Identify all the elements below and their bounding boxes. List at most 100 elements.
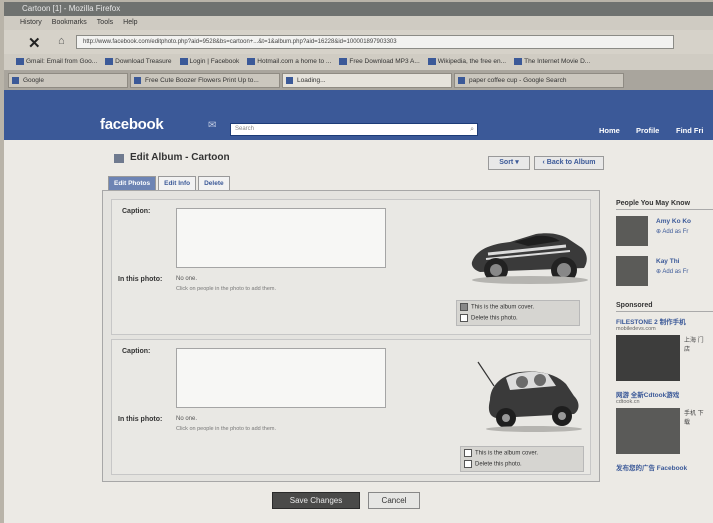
bookmark-label: Login | Facebook: [189, 58, 240, 65]
photo-options: This is the album cover. Delete this pho…: [460, 446, 584, 472]
sponsored-ad[interactable]: FILESTONE 2 制作手机 mobiledevs.com 上海 门店: [616, 316, 713, 383]
album-tabs: Edit Photos Edit Info Delete: [108, 176, 230, 190]
browser-tab[interactable]: paper coffee cup - Google Search: [454, 73, 624, 88]
bookmark-item[interactable]: Gmail: Email from Goo...: [16, 54, 97, 70]
sponsored-ad[interactable]: 网游 全新Cdtook游戏 cdtook.cn 手机 下载: [616, 389, 713, 456]
back-label: Back to Album: [546, 159, 596, 166]
caption-input[interactable]: [176, 348, 386, 408]
checkbox-icon: [460, 314, 468, 322]
cartoon-sports-car-photo[interactable]: [466, 226, 590, 286]
bookmark-label: The Internet Movie D...: [524, 58, 591, 65]
person-name[interactable]: Amy Ko Ko: [656, 218, 691, 225]
browser-tab-active[interactable]: Loading...: [282, 73, 452, 88]
browser-tab[interactable]: Free Cute Boozer Flowers Print Up to...: [130, 73, 280, 88]
bookmark-label: Gmail: Email from Goo...: [26, 58, 98, 65]
in-photo-hint: Click on people in the photo to add them…: [176, 426, 276, 432]
right-sidebar: People You May Know Amy Ko Ko ⊕ Add as F…: [616, 198, 713, 523]
album-cover-option[interactable]: This is the album cover.: [464, 449, 538, 457]
sort-dropdown[interactable]: Sort ▾: [488, 156, 530, 170]
tab-edit-photos[interactable]: Edit Photos: [108, 176, 157, 190]
notifications-icon[interactable]: ✉: [208, 120, 220, 131]
bookmark-item[interactable]: Free Download MP3 A...: [339, 54, 420, 70]
bookmark-item[interactable]: The Internet Movie D...: [514, 54, 590, 70]
ad-title[interactable]: 网游 全新Cdtook游戏: [616, 389, 713, 399]
album-cover-option[interactable]: This is the album cover.: [460, 303, 534, 311]
tab-edit-info[interactable]: Edit Info: [158, 176, 197, 190]
save-changes-button[interactable]: Save Changes: [272, 492, 360, 509]
ad-title[interactable]: 发布您的广告 Facebook: [616, 462, 713, 472]
tab-delete[interactable]: Delete: [198, 176, 230, 190]
avatar[interactable]: [616, 256, 648, 286]
add-friend-link[interactable]: ⊕ Add as Fr: [656, 268, 688, 275]
ad-image[interactable]: [616, 335, 680, 381]
sponsored-ad[interactable]: 发布您的广告 Facebook: [616, 462, 713, 472]
delete-photo-option[interactable]: Delete this photo.: [460, 314, 518, 322]
edit-album-page: Edit Album - Cartoon Sort ▾ ‹ Back to Al…: [4, 140, 713, 523]
browser-window: Cartoon [1] - Mozilla Firefox History Bo…: [4, 2, 713, 523]
suggested-person: Amy Ko Ko ⊕ Add as Fr: [616, 214, 713, 250]
ad-image[interactable]: [616, 408, 680, 454]
caption-input[interactable]: [176, 208, 386, 268]
ad-text: 上海 门店: [684, 338, 704, 353]
album-icon: [114, 154, 124, 163]
bookmarks-toolbar: Gmail: Email from Goo... Download Treasu…: [4, 54, 713, 70]
nav-profile[interactable]: Profile: [636, 126, 659, 135]
bookmark-item[interactable]: Download Treasure: [105, 54, 172, 70]
menu-history[interactable]: History: [20, 16, 42, 30]
bookmark-item[interactable]: Wikipedia, the free en...: [427, 54, 507, 70]
facebook-icon: [134, 77, 141, 84]
bookmark-item[interactable]: Login | Facebook: [179, 54, 240, 70]
nav-find-friends[interactable]: Find Fri: [676, 126, 704, 135]
ad-title[interactable]: FILESTONE 2 制作手机: [616, 316, 713, 326]
menu-help[interactable]: Help: [123, 16, 137, 30]
facebook-logo[interactable]: facebook: [100, 116, 164, 133]
bookmark-item[interactable]: Hotmail.com a home to ...: [247, 54, 331, 70]
avatar[interactable]: [616, 216, 648, 246]
radio-icon: [464, 449, 472, 457]
menu-tools[interactable]: Tools: [97, 16, 113, 30]
tab-label: Free Cute Boozer Flowers Print Up to...: [145, 77, 259, 84]
address-bar[interactable]: http://www.facebook.com/editphoto.php?ai…: [76, 35, 674, 49]
browser-tab[interactable]: Google: [8, 73, 128, 88]
search-icon[interactable]: ⌕: [470, 124, 474, 135]
suggested-person: Kay Thi ⊕ Add as Fr: [616, 254, 713, 290]
album-cover-label: This is the album cover.: [471, 304, 535, 311]
navigation-toolbar: ✕ ⌂ http://www.facebook.com/editphoto.ph…: [4, 30, 713, 54]
chevron-down-icon: ▾: [515, 159, 519, 166]
menu-bar: History Bookmarks Tools Help: [4, 16, 713, 30]
nav-home[interactable]: Home: [599, 126, 620, 135]
add-friend-label: Add as Fr: [662, 269, 689, 275]
loading-icon: [286, 77, 293, 84]
bookmark-label: Wikipedia, the free en...: [437, 58, 507, 65]
add-friend-link[interactable]: ⊕ Add as Fr: [656, 228, 688, 235]
in-photo-value: No one.: [176, 276, 198, 282]
people-you-may-know-heading: People You May Know: [616, 198, 713, 210]
ad-url: mobiledevs.com: [616, 326, 656, 332]
cancel-button[interactable]: Cancel: [368, 492, 420, 509]
photo-options: This is the album cover. Delete this pho…: [456, 300, 580, 326]
bookmark-label: Free Download MP3 A...: [349, 58, 420, 65]
delete-photo-option[interactable]: Delete this photo.: [464, 460, 522, 468]
delete-photo-label: Delete this photo.: [471, 315, 518, 322]
search-input[interactable]: Search ⌕: [230, 123, 478, 136]
sponsored-heading: Sponsored: [616, 300, 713, 312]
menu-bookmarks[interactable]: Bookmarks: [52, 16, 87, 30]
back-arrow-icon: ‹: [542, 159, 545, 166]
back-to-album-button[interactable]: ‹ Back to Album: [534, 156, 604, 170]
stop-icon[interactable]: ✕: [28, 34, 41, 52]
home-icon[interactable]: ⌂: [58, 35, 65, 47]
person-name[interactable]: Kay Thi: [656, 258, 679, 265]
tab-strip: Google Free Cute Boozer Flowers Print Up…: [4, 70, 713, 90]
sort-label: Sort: [499, 159, 514, 166]
delete-photo-label: Delete this photo.: [475, 461, 522, 468]
cartoon-car-photo[interactable]: [476, 356, 586, 432]
page-title: Edit Album - Cartoon: [130, 152, 230, 163]
ad-url: cdtook.cn: [616, 399, 640, 405]
facebook-header: facebook ✉ Search ⌕ Home Profile Find Fr…: [4, 90, 713, 140]
tab-label: Loading...: [297, 77, 326, 84]
add-friend-icon: ⊕: [656, 229, 662, 235]
in-photo-label: In this photo:: [118, 416, 163, 423]
checkbox-icon: [464, 460, 472, 468]
google-icon: [12, 77, 19, 84]
in-photo-hint: Click on people in the photo to add them…: [176, 286, 276, 292]
